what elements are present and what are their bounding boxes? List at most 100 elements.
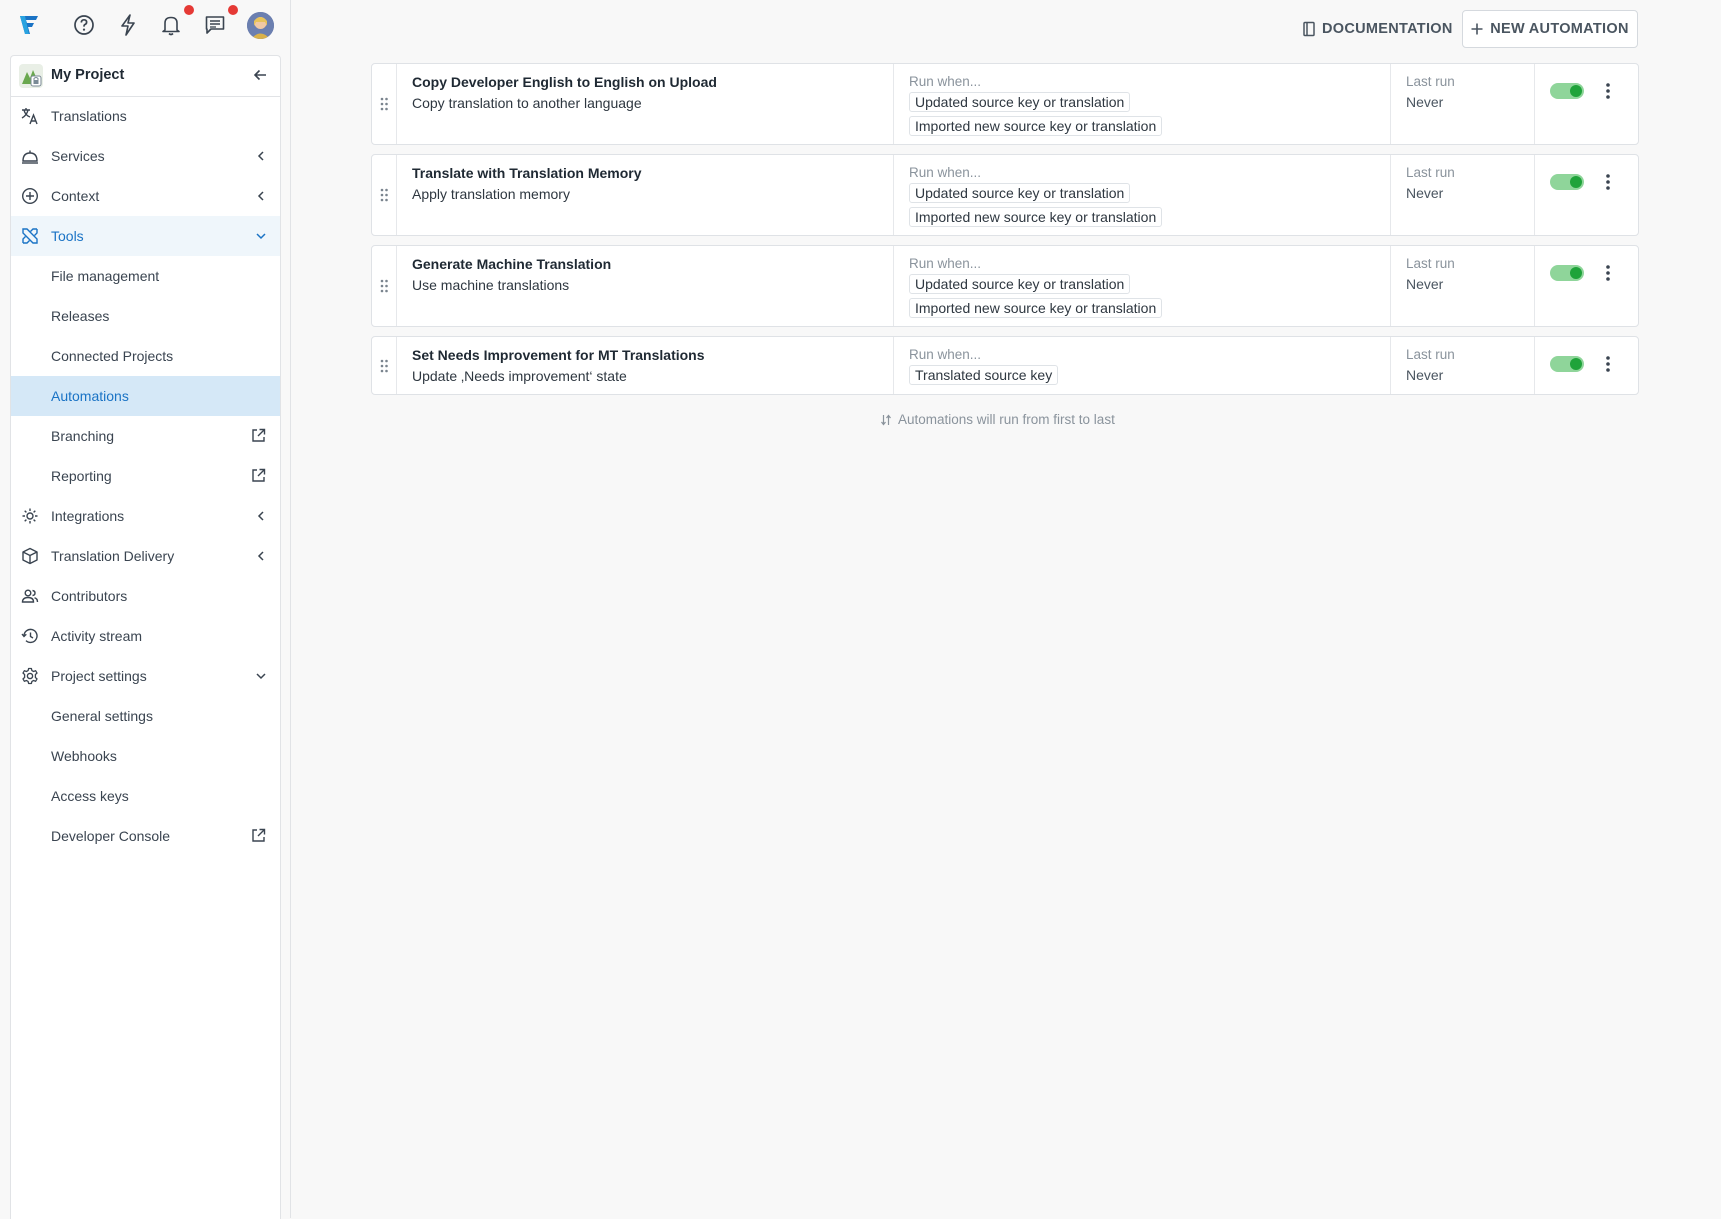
collapse-sidebar-icon[interactable]: [252, 67, 268, 83]
toggle-knob: [1570, 358, 1582, 370]
order-footnote: Automations will run from first to last: [880, 412, 1115, 427]
project-header[interactable]: My Project: [11, 56, 280, 97]
chat-badge: [228, 5, 238, 15]
chevron-left-icon: [254, 189, 268, 203]
external-link-icon: [251, 428, 266, 443]
enabled-toggle[interactable]: [1550, 174, 1584, 190]
column-divider: [893, 155, 894, 235]
help-icon[interactable]: [71, 12, 97, 38]
contributors-icon: [21, 587, 39, 605]
chevron-down-icon: [254, 669, 268, 683]
trigger-chip: Imported new source key or translation: [909, 298, 1163, 318]
sidebar-item-developer-console[interactable]: Developer Console: [11, 816, 280, 856]
trigger-chip: Imported new source key or translation: [909, 207, 1163, 227]
services-icon: [21, 147, 39, 165]
automation-title: Set Needs Improvement for MT Translation…: [412, 347, 705, 363]
sidebar-item-branching[interactable]: Branching: [11, 416, 280, 456]
sidebar-item-label: Services: [51, 148, 105, 164]
run-when-label: Run when...: [909, 165, 982, 180]
enabled-toggle[interactable]: [1550, 356, 1584, 372]
more-options-icon[interactable]: [1598, 352, 1618, 376]
trigger-chip: Imported new source key or translation: [909, 116, 1163, 136]
logo-icon[interactable]: [16, 12, 42, 38]
sidebar-item-tools[interactable]: Tools: [11, 216, 280, 256]
automation-title: Copy Developer English to English on Upl…: [412, 74, 717, 90]
column-divider: [893, 64, 894, 144]
sidebar-item-label: Developer Console: [51, 828, 171, 844]
automation-card[interactable]: Generate Machine Translation Use machine…: [371, 245, 1639, 327]
more-options-icon[interactable]: [1598, 79, 1618, 103]
enabled-toggle[interactable]: [1550, 265, 1584, 281]
sidebar-item-releases[interactable]: Releases: [11, 296, 280, 336]
last-run-value: Never: [1406, 185, 1444, 201]
automation-card[interactable]: Translate with Translation Memory Apply …: [371, 154, 1639, 236]
left-column: My Project Translations Services Context…: [0, 0, 291, 1219]
sidebar-item-label: Project settings: [51, 668, 147, 684]
lightning-icon[interactable]: [115, 12, 141, 38]
last-run-value: Never: [1406, 94, 1444, 110]
automation-card[interactable]: Set Needs Improvement for MT Translation…: [371, 336, 1639, 395]
plus-circle-icon: [21, 187, 39, 205]
new-automation-label: NEW AUTOMATION: [1490, 21, 1629, 37]
column-divider: [1390, 64, 1391, 144]
sidebar-item-file-management[interactable]: File management: [11, 256, 280, 296]
column-divider: [1390, 155, 1391, 235]
drag-handle-icon[interactable]: [372, 337, 397, 394]
sidebar-item-integrations[interactable]: Integrations: [11, 496, 280, 536]
new-automation-button[interactable]: NEW AUTOMATION: [1462, 10, 1638, 48]
chevron-down-icon: [254, 229, 268, 243]
sidebar-item-label: Access keys: [51, 788, 129, 804]
sidebar-item-webhooks[interactable]: Webhooks: [11, 736, 280, 776]
enabled-toggle[interactable]: [1550, 83, 1584, 99]
last-run-label: Last run: [1406, 347, 1455, 362]
sidebar-item-context[interactable]: Context: [11, 176, 280, 216]
sidebar-item-services[interactable]: Services: [11, 136, 280, 176]
run-when-label: Run when...: [909, 256, 982, 271]
sidebar-item-reporting[interactable]: Reporting: [11, 456, 280, 496]
sidebar-item-connected-projects[interactable]: Connected Projects: [11, 336, 280, 376]
automation-title: Generate Machine Translation: [412, 256, 612, 272]
sidebar-item-automations[interactable]: Automations: [11, 376, 280, 416]
sidebar-item-label: General settings: [51, 708, 153, 724]
sidebar-item-project-settings[interactable]: Project settings: [11, 656, 280, 696]
bell-icon[interactable]: [158, 12, 184, 38]
translate-icon: [21, 107, 39, 125]
automation-card[interactable]: Copy Developer English to English on Upl…: [371, 63, 1639, 145]
column-divider: [1534, 64, 1535, 144]
sidebar-item-access-keys[interactable]: Access keys: [11, 776, 280, 816]
sidebar-item-activity-stream[interactable]: Activity stream: [11, 616, 280, 656]
trigger-chip: Updated source key or translation: [909, 92, 1131, 112]
column-divider: [893, 337, 894, 394]
more-options-icon[interactable]: [1598, 261, 1618, 285]
sidebar-item-label: Context: [51, 188, 100, 204]
last-run-label: Last run: [1406, 256, 1455, 271]
toggle-knob: [1570, 176, 1582, 188]
top-bar: [0, 0, 290, 52]
sidebar-item-label: Translations: [51, 108, 127, 124]
history-icon: [21, 627, 39, 645]
avatar[interactable]: [247, 12, 274, 39]
drag-handle-icon[interactable]: [372, 246, 397, 326]
drag-handle-icon[interactable]: [372, 64, 397, 144]
sidebar-item-label: Integrations: [51, 508, 125, 524]
documentation-button[interactable]: DOCUMENTATION: [1296, 13, 1459, 45]
toggle-knob: [1570, 267, 1582, 279]
last-run-label: Last run: [1406, 165, 1455, 180]
sidebar-item-label: Tools: [51, 228, 84, 244]
sidebar-item-label: Branching: [51, 428, 115, 444]
last-run-value: Never: [1406, 367, 1444, 383]
tools-icon: [21, 227, 39, 245]
chat-icon[interactable]: [202, 12, 228, 38]
delivery-icon: [21, 547, 39, 565]
integrations-icon: [21, 507, 39, 525]
more-options-icon[interactable]: [1598, 170, 1618, 194]
plus-icon: [1471, 23, 1483, 35]
sidebar-item-contributors[interactable]: Contributors: [11, 576, 280, 616]
sidebar-item-translation-delivery[interactable]: Translation Delivery: [11, 536, 280, 576]
automation-description: Use machine translations: [412, 277, 570, 293]
sidebar-item-general-settings[interactable]: General settings: [11, 696, 280, 736]
toggle-knob: [1570, 85, 1582, 97]
sidebar-item-translations[interactable]: Translations: [11, 96, 280, 136]
drag-handle-icon[interactable]: [372, 155, 397, 235]
chevron-left-icon: [254, 149, 268, 163]
